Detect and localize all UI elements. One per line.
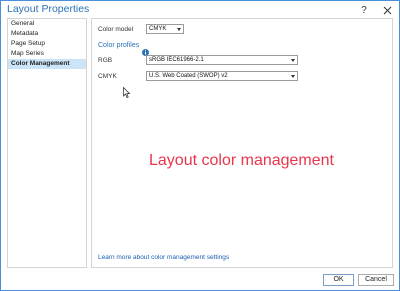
color-model-label: Color model xyxy=(98,26,134,33)
sidebar: General Metadata Page Setup Map Series C… xyxy=(7,18,87,268)
layout-properties-dialog: Layout Properties ? General Metadata Pag… xyxy=(0,0,400,291)
ok-button[interactable]: OK xyxy=(323,274,354,286)
mouse-cursor-icon xyxy=(123,85,131,103)
cmyk-profile-value: U.S. Web Coated (SWOP) v2 xyxy=(149,73,228,79)
chevron-down-icon xyxy=(291,59,295,62)
chevron-down-icon xyxy=(291,75,295,78)
sidebar-item-general[interactable]: General xyxy=(8,19,86,29)
rgb-profile-value: sRGB IEC61966-2.1 xyxy=(149,57,204,63)
color-model-value: CMYK xyxy=(149,26,167,32)
cmyk-profile-select[interactable]: U.S. Web Coated (SWOP) v2 xyxy=(146,71,298,81)
close-icon[interactable] xyxy=(381,4,393,16)
annotation-text: Layout color management xyxy=(149,152,334,169)
question-mark-icon[interactable]: ? xyxy=(358,4,370,16)
dialog-title: Layout Properties xyxy=(7,3,90,15)
sidebar-item-color-management[interactable]: Color Management xyxy=(8,59,86,69)
title-bar: Layout Properties ? xyxy=(1,1,399,19)
rgb-profile-select[interactable]: sRGB IEC61966-2.1 xyxy=(146,55,298,65)
cmyk-label: CMYK xyxy=(98,73,117,80)
chevron-down-icon xyxy=(177,28,181,31)
learn-more-link[interactable]: Learn more about color management settin… xyxy=(98,254,229,261)
color-management-panel: Color model CMYK Color profiles RGB sRGB… xyxy=(91,18,393,268)
sidebar-item-map-series[interactable]: Map Series xyxy=(8,49,86,59)
cancel-button[interactable]: Cancel xyxy=(358,274,394,286)
rgb-label: RGB xyxy=(98,57,113,64)
sidebar-item-metadata[interactable]: Metadata xyxy=(8,29,86,39)
color-model-select[interactable]: CMYK xyxy=(146,24,184,34)
sidebar-item-page-setup[interactable]: Page Setup xyxy=(8,39,86,49)
color-profiles-heading: Color profiles xyxy=(98,42,140,49)
